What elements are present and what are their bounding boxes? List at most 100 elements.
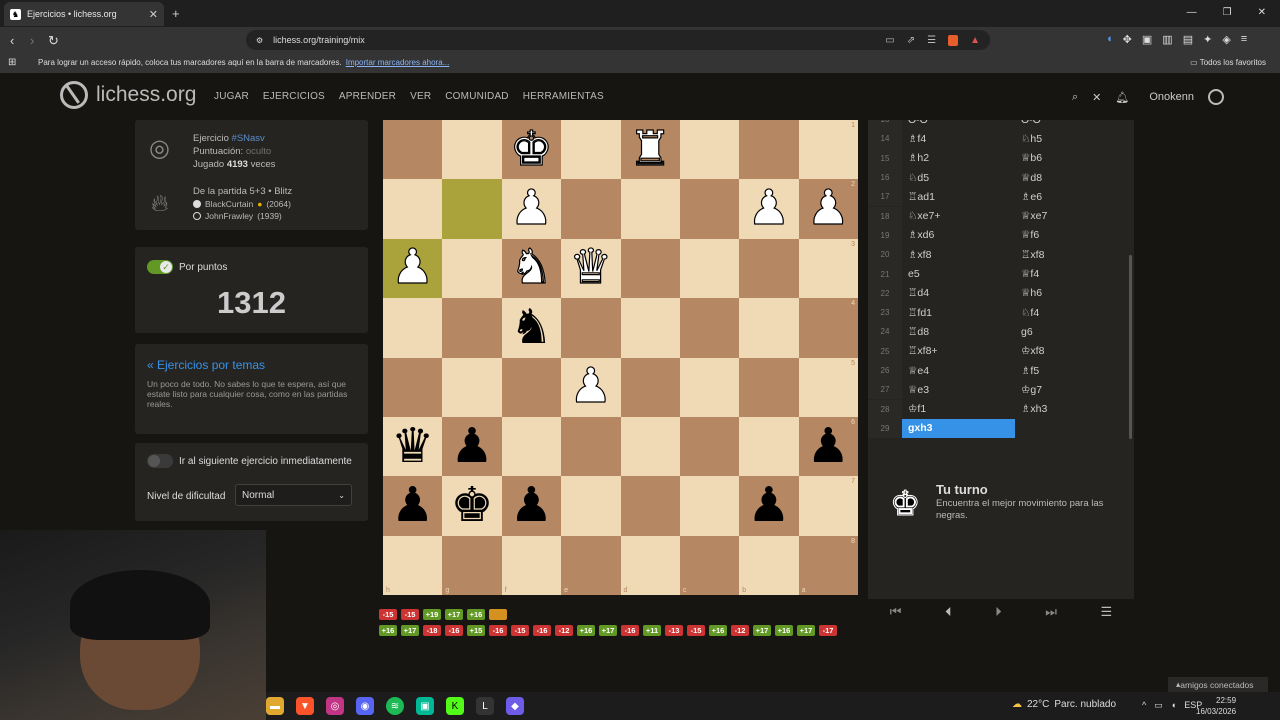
browser-tab[interactable]: ♞ Ejercicios • lichess.org ✕ [4, 2, 164, 26]
black-piece-icon[interactable]: ♟ [451, 422, 494, 471]
black-move[interactable]: ♕d8 [1015, 172, 1128, 184]
extension-icon[interactable]: ◖ [1106, 33, 1113, 46]
white-piece-icon[interactable]: ♞ [509, 243, 553, 292]
square-g8[interactable]: g [442, 535, 502, 595]
white-piece-icon[interactable]: ♟ [806, 184, 850, 233]
white-move[interactable]: ♘d5 [902, 172, 1015, 184]
white-move[interactable]: ♔f1 [902, 403, 1015, 415]
brave-rewards-icon[interactable]: ▲ [970, 35, 980, 46]
square-f5[interactable] [501, 357, 562, 417]
square-c6[interactable] [679, 416, 740, 477]
forward-icon[interactable]: › [30, 33, 34, 48]
history-badge[interactable]: -15 [379, 609, 397, 620]
vpn-icon[interactable]: ◈ [1222, 33, 1230, 46]
weather-widget[interactable]: ☁ 22°C Parc. nublado [1012, 699, 1116, 710]
puzzle-id-link[interactable]: #SNasv [232, 133, 265, 144]
share-icon[interactable]: ⇗ [907, 35, 915, 46]
spotify-icon[interactable]: ≋ [386, 697, 404, 715]
black-move[interactable]: g6 [1015, 326, 1128, 338]
square-f6[interactable] [501, 416, 562, 477]
rss-icon[interactable]: ☰ [927, 35, 936, 46]
square-c3[interactable] [679, 238, 740, 299]
square-e6[interactable] [561, 416, 621, 477]
all-favorites[interactable]: ▭ Todos los favoritos [1190, 58, 1266, 67]
site-logo[interactable]: lichess.org [60, 81, 196, 109]
black-piece-icon[interactable]: ♞ [510, 303, 553, 352]
square-e4[interactable] [561, 298, 621, 358]
square-e1[interactable] [561, 120, 621, 180]
square-f2[interactable]: ♟ [501, 179, 562, 239]
wallet-icon[interactable]: ▣ [1142, 33, 1152, 46]
square-g3[interactable] [442, 238, 502, 299]
square-d7[interactable] [620, 476, 680, 536]
discord-icon[interactable]: ◉ [356, 697, 374, 715]
prev-move-icon[interactable]: ⏴ [945, 604, 952, 620]
black-move[interactable]: ♘h5 [1015, 133, 1128, 145]
network-icon[interactable]: ▭ [1154, 700, 1163, 711]
square-h1[interactable] [383, 120, 443, 180]
black-move[interactable]: ♔g7 [1015, 384, 1128, 396]
black-piece-icon[interactable]: ♛ [391, 422, 434, 471]
square-b2[interactable]: ♟ [739, 179, 799, 239]
square-e8[interactable]: e [561, 535, 621, 595]
history-badge[interactable]: +16 [577, 625, 595, 636]
next-move-icon[interactable]: ⏵ [995, 604, 1002, 620]
square-b8[interactable]: b [739, 535, 799, 595]
history-badge[interactable]: +19 [423, 609, 441, 620]
square-d8[interactable]: d [620, 535, 680, 595]
nav-ver[interactable]: VER [410, 91, 431, 102]
white-move[interactable]: ♗xf8 [902, 249, 1015, 261]
square-f1[interactable]: ♚ [501, 120, 562, 180]
black-move[interactable]: ♘f4 [1015, 307, 1128, 319]
history-badge[interactable]: +16 [709, 625, 727, 636]
white-move[interactable]: ♗h2 [902, 152, 1015, 164]
white-move[interactable]: ♖xf8+ [902, 345, 1015, 357]
back-icon[interactable]: ‹ [10, 33, 14, 48]
black-move[interactable]: ♕xe7 [1015, 210, 1128, 222]
close-window-icon[interactable]: ✕ [1258, 7, 1266, 18]
extensions-puzzle-icon[interactable]: ✥ [1123, 33, 1132, 46]
history-badge[interactable]: -16 [621, 625, 639, 636]
square-d5[interactable] [620, 357, 680, 417]
white-move[interactable]: ♕e3 [902, 384, 1015, 396]
import-bookmarks-link[interactable]: Importar marcadores ahora... [346, 58, 450, 67]
chevron-up-icon[interactable]: ^ [1142, 700, 1146, 711]
history-badge[interactable] [489, 609, 507, 620]
chess-board[interactable]: ♚ ♜ 1 ♟ ♟ 2 ♟ ♟ ♞ ♛ 3 ♞ 4 ♟ 5 ♛ ♟ 6 ♟ ♟ ♚ ♟ ♟ 7 h g f e d c b 8 a [383, 120, 858, 595]
white-piece-icon[interactable]: ♟ [391, 243, 435, 292]
black-move[interactable]: ♕b6 [1015, 152, 1128, 164]
search-icon[interactable]: ⌕ [1072, 91, 1078, 104]
username[interactable]: Onokenn [1149, 91, 1194, 103]
square-h3[interactable]: ♟ [383, 238, 443, 299]
white-piece-icon[interactable]: ♜ [628, 125, 672, 174]
square-d2[interactable] [620, 179, 680, 239]
nav-comunidad[interactable]: COMUNIDAD [445, 91, 508, 102]
sidebar-icon[interactable]: ▥ [1162, 33, 1172, 46]
difficulty-select[interactable]: Normal ⌄ [235, 484, 352, 506]
app-icon[interactable]: ▣ [416, 697, 434, 715]
rated-toggle[interactable] [147, 260, 173, 274]
history-badge[interactable]: -12 [555, 625, 573, 636]
square-b7[interactable]: ♟ [739, 476, 799, 536]
black-move[interactable]: ♕f6 [1015, 229, 1128, 241]
white-move[interactable]: e5 [902, 268, 1015, 280]
history-badge[interactable]: -15 [401, 609, 419, 620]
notifications-icon[interactable]: 🔔︎ [1115, 91, 1129, 104]
last-move-icon[interactable]: ⏭ [1045, 604, 1057, 620]
friends-online[interactable]: ▴ amigos conectados [1168, 677, 1268, 692]
square-b5[interactable] [739, 357, 799, 417]
black-move[interactable]: ♖xf8 [1015, 249, 1128, 261]
address-bar[interactable]: ⚙ lichess.org/training/mix ▭ ⇗ ☰ ▲ [246, 30, 990, 50]
square-d1[interactable]: ♜ [620, 120, 680, 180]
history-badge[interactable]: +17 [797, 625, 815, 636]
history-badge[interactable]: +15 [467, 625, 485, 636]
volume-icon[interactable]: ◖ [1171, 700, 1176, 711]
square-f4[interactable]: ♞ [501, 298, 562, 358]
history-badge[interactable]: -18 [423, 625, 441, 636]
square-e2[interactable] [561, 179, 621, 239]
nav-ejercicios[interactable]: EJERCICIOS [263, 91, 325, 102]
nav-herramientas[interactable]: HERRAMIENTAS [523, 91, 604, 102]
white-piece-icon[interactable]: ♟ [509, 184, 553, 233]
square-h2[interactable] [383, 179, 443, 239]
square-c1[interactable] [679, 120, 740, 180]
